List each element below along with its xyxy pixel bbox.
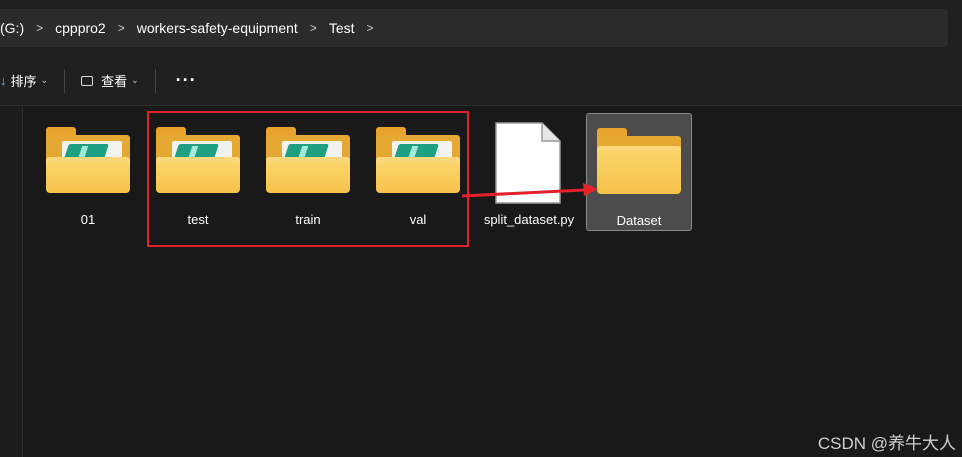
arrow-annotation	[461, 183, 598, 198]
watermark: CSDN @养牛大人	[817, 434, 956, 453]
